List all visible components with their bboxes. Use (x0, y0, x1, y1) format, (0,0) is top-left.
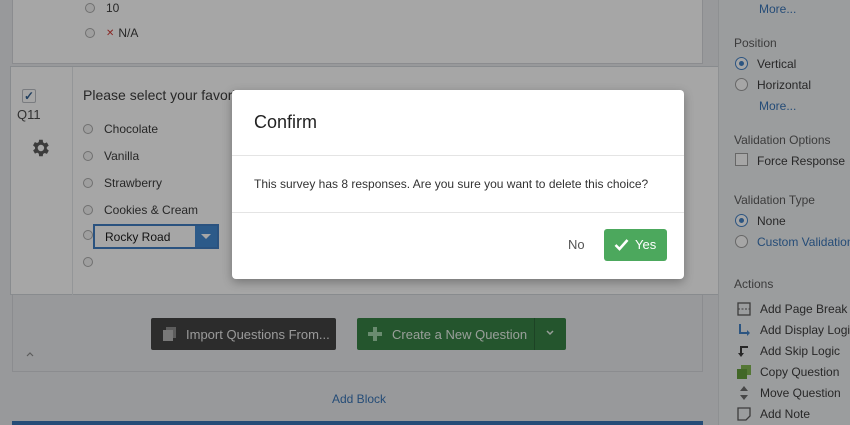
yes-button[interactable]: Yes (604, 229, 667, 261)
dialog-message: This survey has 8 responses. Are you sur… (254, 177, 649, 191)
dialog-title: Confirm (254, 112, 318, 132)
confirm-dialog: Confirm This survey has 8 responses. Are… (232, 90, 684, 279)
divider (232, 155, 684, 156)
check-icon (614, 239, 629, 251)
yes-button-label: Yes (635, 237, 657, 252)
divider (232, 212, 684, 213)
no-button[interactable]: No (568, 237, 585, 252)
